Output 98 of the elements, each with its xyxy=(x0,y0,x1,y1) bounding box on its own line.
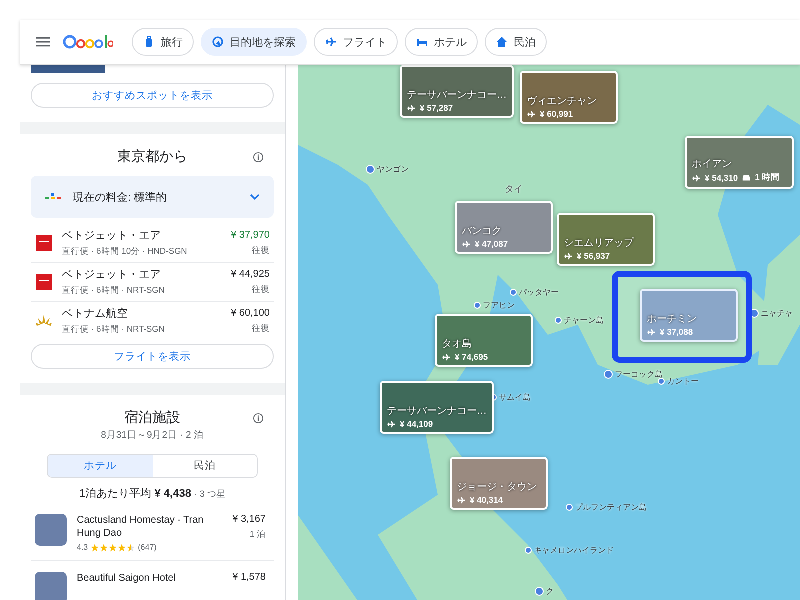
place-label[interactable]: ク xyxy=(535,586,554,597)
flight-price: ¥ 57,287 xyxy=(420,103,454,113)
flight-details: 直行便 · 6時間 10分 · HND-SGN xyxy=(62,246,188,258)
destination-name: テーサバーンナコー… xyxy=(407,89,507,102)
nav-chip[interactable]: 旅行 xyxy=(132,28,194,56)
destination-name: テーサバーンナコー… xyxy=(387,405,487,418)
nav-chip[interactable]: ホテル xyxy=(405,28,478,56)
place-label[interactable]: フーコック島 xyxy=(604,369,663,380)
place-label[interactable]: ニャチャ xyxy=(750,308,793,319)
trip-type: 往復 xyxy=(252,284,270,296)
price-level-icon xyxy=(45,193,61,201)
photo-placeholder xyxy=(35,514,67,546)
plane-icon xyxy=(647,328,656,336)
flight-details: 直行便 · 6時間 · NRT-SGN xyxy=(62,324,166,336)
flight-price: ¥ 60,991 xyxy=(540,109,574,119)
destination-card[interactable]: ホイアン ¥ 54,310 1 時間 xyxy=(685,136,794,189)
destination-card[interactable]: ヴィエンチャン ¥ 60,991 xyxy=(520,71,618,124)
plane-icon xyxy=(457,496,466,504)
hotel-price: ¥ 1,578 xyxy=(232,572,266,583)
airline-name: ベトジェット・エア xyxy=(62,268,162,282)
plane-icon xyxy=(387,420,396,428)
airline-logo-icon xyxy=(36,274,52,290)
destination-card[interactable]: バンコク ¥ 47,087 xyxy=(455,201,553,254)
place-label[interactable]: タイ xyxy=(505,183,523,196)
drive-time: 1 時間 xyxy=(755,172,780,184)
section-title: 東京都から xyxy=(118,148,188,166)
logo-icon[interactable] xyxy=(63,33,113,51)
destination-name: タオ島 xyxy=(442,338,473,351)
flight-details: 直行便 · 6時間 · NRT-SGN xyxy=(62,285,166,297)
destination-name: ヴィエンチャン xyxy=(527,95,598,108)
destination-name: ホイアン xyxy=(692,158,733,171)
flight-price: ¥ 44,109 xyxy=(400,419,434,429)
flight-price: ¥ 74,695 xyxy=(455,352,488,362)
info-icon[interactable] xyxy=(253,152,264,163)
flight-price: ¥ 54,310 xyxy=(705,173,738,183)
car-icon xyxy=(742,174,752,182)
plane-icon xyxy=(407,104,416,112)
destination-name: シエムリアップ xyxy=(564,236,636,250)
photo-placeholder xyxy=(35,572,67,600)
nav-chip[interactable]: フライト xyxy=(314,28,398,56)
review-count: (647) xyxy=(138,543,157,552)
plane-icon xyxy=(325,36,337,48)
place-label[interactable]: フアヒン xyxy=(474,300,515,311)
bed-icon xyxy=(416,36,428,48)
stay-dates: 8月31日～9月2日 · 2 泊 xyxy=(100,429,205,442)
trip-type: 往復 xyxy=(252,244,270,256)
chevron-down-icon[interactable] xyxy=(250,194,260,200)
flight-price: ¥ 44,925 xyxy=(231,268,270,280)
destination-card[interactable]: テーサバーンナコー… ¥ 44,109 xyxy=(380,381,494,434)
plane-icon xyxy=(564,252,573,260)
rating-value: 4.3 xyxy=(77,543,88,552)
trip-type: 往復 xyxy=(252,322,270,334)
plane-icon xyxy=(692,174,701,182)
destination-name: バンコク xyxy=(462,225,503,238)
show-spots-button[interactable]: おすすめスポットを表示 xyxy=(31,83,274,108)
destination-card[interactable]: ジョージ・タウン ¥ 40,314 xyxy=(450,457,548,510)
house-icon xyxy=(496,36,508,48)
price-unit: 1 泊 xyxy=(250,529,266,541)
nav-chip[interactable]: 民泊 xyxy=(485,28,547,56)
hotel-class: · 3 つ星 xyxy=(194,488,226,501)
price-status-panel[interactable]: 現在の料金: 標準的 xyxy=(31,176,274,218)
destination-name: ホーチミン xyxy=(647,313,698,326)
destination-card[interactable]: タオ島 ¥ 74,695 xyxy=(435,314,533,367)
place-label[interactable]: プルフンティアン島 xyxy=(566,502,647,513)
plane-icon xyxy=(527,110,536,118)
airline-name: ベトナム航空 xyxy=(62,306,129,321)
map[interactable] xyxy=(298,65,800,600)
hotel-name[interactable]: Beautiful Saigon Hotel xyxy=(77,572,223,585)
flight-price: ¥ 56,937 xyxy=(577,251,610,261)
hotel-name[interactable]: Cactusland Homestay - Tran Hung Dao xyxy=(77,514,223,540)
stay-type-tab[interactable]: ホテル xyxy=(48,455,152,477)
price-status-text: 現在の料金: 標準的 xyxy=(73,190,168,204)
info-icon[interactable] xyxy=(253,413,264,424)
flight-price: ¥ 37,088 xyxy=(660,327,694,337)
place-label[interactable]: チャーン島 xyxy=(555,315,604,326)
plane-icon xyxy=(442,352,451,362)
suitcase-icon xyxy=(143,36,155,48)
place-label[interactable]: パッタヤー xyxy=(510,287,559,298)
airline-name: ベトジェット・エア xyxy=(62,229,162,243)
flight-price: ¥ 37,970 xyxy=(231,230,270,240)
destination-card[interactable]: シエムリアップ ¥ 56,937 xyxy=(557,213,655,266)
flight-price: ¥ 60,100 xyxy=(231,308,270,318)
destination-card[interactable]: テーサバーンナコー… ¥ 57,287 xyxy=(400,65,514,118)
plane-icon xyxy=(462,240,471,248)
nav-chip[interactable]: 目的地を探索 xyxy=(201,28,307,56)
lotus-logo-icon xyxy=(36,315,52,327)
place-label[interactable]: ヤンゴン xyxy=(366,164,409,175)
hotel-price: ¥ 3,167 xyxy=(232,514,266,525)
explore-icon xyxy=(212,36,224,48)
place-label[interactable]: キャメロンハイランド xyxy=(525,545,614,556)
show-flights-button[interactable]: フライトを表示 xyxy=(31,344,274,369)
section-title: 宿泊施設 xyxy=(124,409,180,427)
destination-name: ジョージ・タウン xyxy=(457,481,538,494)
average-price: 1泊あたり平均 ¥ 4,438 xyxy=(80,487,192,501)
menu-icon[interactable] xyxy=(36,37,50,47)
flight-price: ¥ 40,314 xyxy=(470,495,504,505)
airline-logo-icon xyxy=(36,235,52,251)
flight-price: ¥ 47,087 xyxy=(475,239,508,249)
